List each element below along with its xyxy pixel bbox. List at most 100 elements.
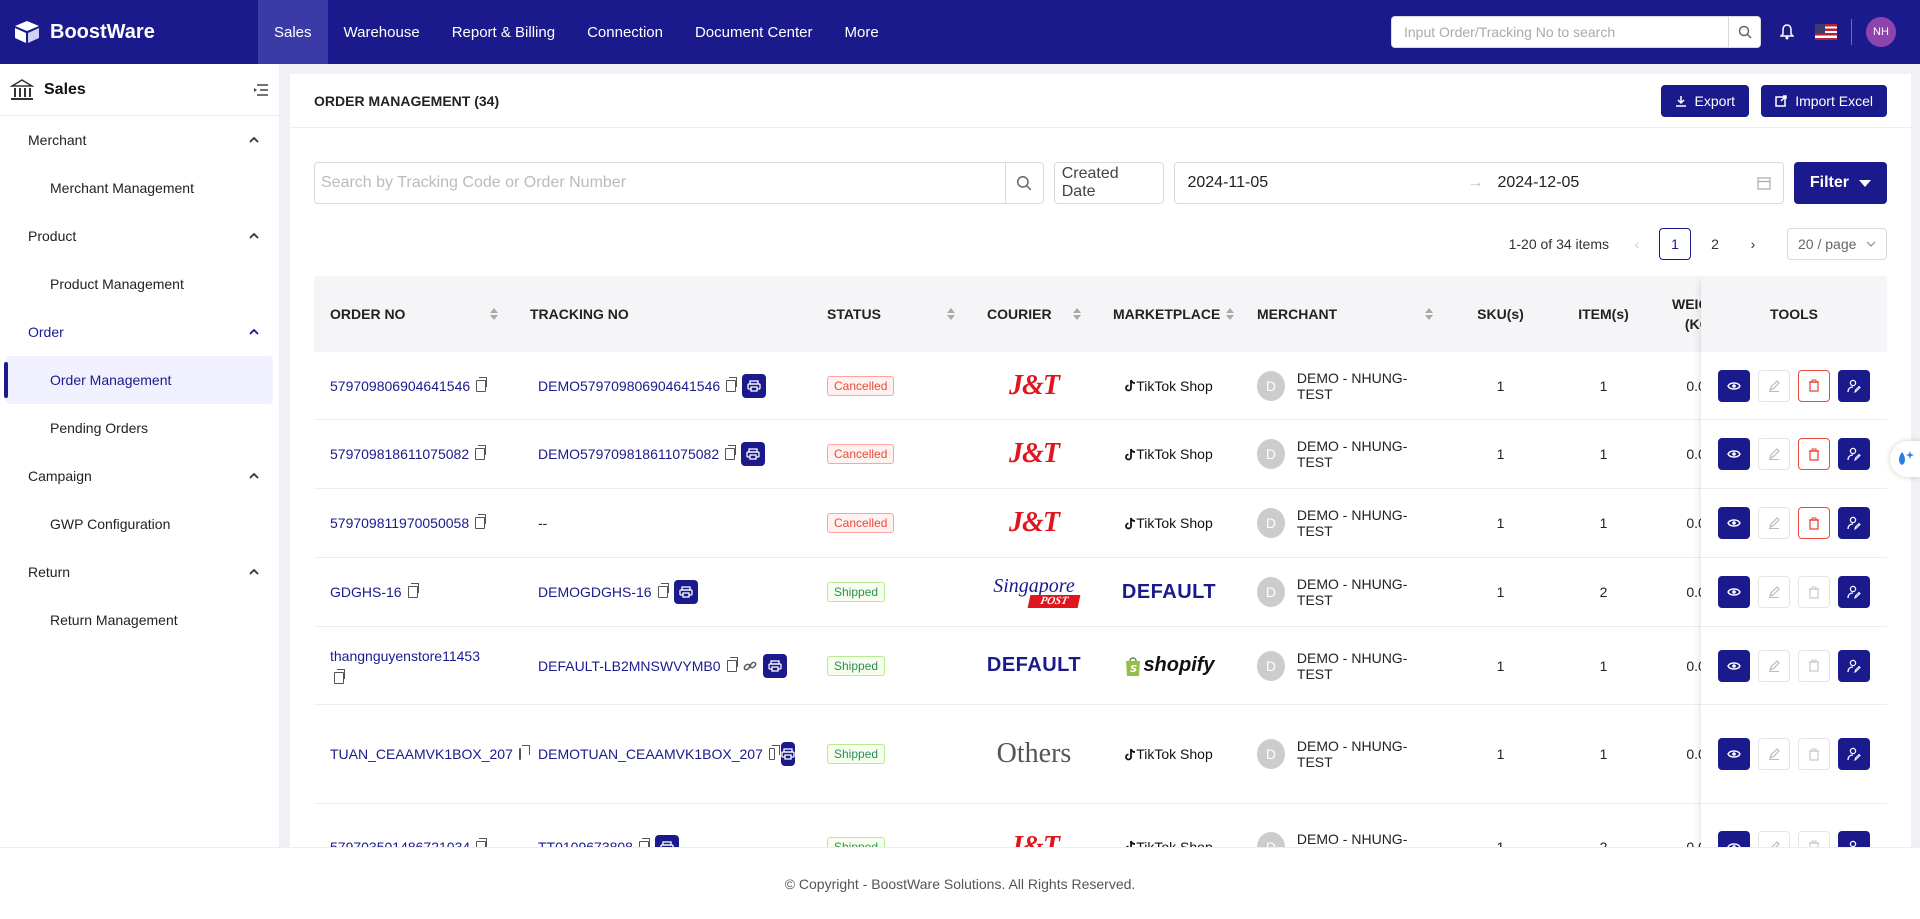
date-from[interactable]: 2024-11-05	[1187, 174, 1467, 192]
view-button[interactable]	[1718, 507, 1750, 539]
view-button[interactable]	[1718, 576, 1750, 608]
sidebar-group-product[interactable]: Product	[0, 212, 279, 260]
order-number-link[interactable]: thangnguyenstore11453	[330, 648, 480, 664]
sidebar-item-merchant-management[interactable]: Merchant Management	[0, 164, 279, 212]
tracking-number[interactable]: DEMOGDGHS-16	[538, 584, 652, 600]
date-field-select[interactable]: Created Date	[1053, 162, 1165, 204]
nav-document-center[interactable]: Document Center	[679, 0, 829, 64]
print-label-button[interactable]	[742, 373, 767, 398]
order-number-link[interactable]: GDGHS-16	[330, 584, 402, 600]
edit-button[interactable]	[1758, 438, 1790, 470]
print-label-button[interactable]	[673, 580, 698, 604]
date-range-picker[interactable]: 2024-11-05 → 2024-12-05	[1174, 162, 1784, 204]
sort-icon[interactable]	[1226, 308, 1235, 320]
col-status[interactable]: STATUS	[811, 276, 971, 352]
assign-user-button[interactable]	[1838, 830, 1870, 847]
sidebar-group-return[interactable]: Return	[0, 548, 279, 596]
edit-button[interactable]	[1758, 830, 1790, 847]
nav-report-billing[interactable]: Report & Billing	[436, 0, 571, 64]
copy-icon[interactable]	[726, 376, 738, 392]
tracking-number[interactable]: TT0109673808	[538, 839, 633, 848]
help-chat-icon[interactable]	[1890, 441, 1920, 477]
order-number-link[interactable]: 579709806904641546	[330, 378, 470, 394]
sidebar-group-order[interactable]: Order	[0, 308, 279, 356]
delete-button[interactable]	[1798, 830, 1830, 847]
assign-user-button[interactable]	[1838, 576, 1870, 608]
assign-user-button[interactable]	[1838, 438, 1870, 470]
date-to[interactable]: 2024-12-05	[1497, 174, 1756, 192]
sidebar-item-return-management[interactable]: Return Management	[0, 596, 279, 644]
user-avatar[interactable]: NH	[1866, 17, 1896, 47]
sort-icon[interactable]	[947, 308, 955, 320]
order-search-button[interactable]	[1004, 163, 1043, 203]
import-excel-button[interactable]: Import Excel	[1761, 84, 1887, 117]
nav-more[interactable]: More	[829, 0, 895, 64]
collapse-menu-icon[interactable]	[253, 83, 269, 97]
sort-icon[interactable]	[1073, 308, 1081, 320]
tracking-number[interactable]: DEMOTUAN_CEAAMVK1BOX_207	[538, 746, 763, 762]
delete-button[interactable]	[1798, 438, 1830, 470]
col-courier[interactable]: COURIER	[971, 276, 1097, 352]
view-button[interactable]	[1718, 369, 1750, 402]
copy-icon[interactable]	[768, 745, 781, 760]
us-flag-icon[interactable]	[1815, 24, 1837, 40]
page-size-select[interactable]: 20 / page	[1787, 228, 1887, 260]
sidebar-item-order-management[interactable]: Order Management	[4, 356, 273, 404]
tracking-number[interactable]: DEFAULT-LB2MNSWVYMB0	[538, 658, 721, 674]
copy-icon[interactable]	[657, 583, 669, 598]
assign-user-button[interactable]	[1838, 738, 1870, 770]
order-number-link[interactable]: 579709811970050058	[330, 515, 469, 531]
delete-button[interactable]	[1798, 649, 1830, 682]
assign-user-button[interactable]	[1838, 649, 1870, 682]
view-button[interactable]	[1718, 438, 1750, 470]
print-label-button[interactable]	[654, 834, 679, 847]
copy-icon[interactable]	[407, 583, 419, 598]
tracking-number[interactable]: DEMO579709818611075082	[538, 446, 719, 462]
edit-button[interactable]	[1758, 369, 1790, 402]
order-number-link[interactable]: 579703501486721034	[330, 839, 470, 848]
col-marketplace[interactable]: MARKETPLACE	[1097, 276, 1241, 352]
sidebar-group-campaign[interactable]: Campaign	[0, 452, 279, 500]
next-page-icon[interactable]: ›	[1739, 236, 1767, 252]
col-order-no[interactable]: ORDER NO	[314, 276, 514, 352]
print-label-button[interactable]	[762, 653, 787, 678]
delete-button[interactable]	[1798, 507, 1830, 539]
link-icon[interactable]	[743, 660, 757, 672]
sort-icon[interactable]	[490, 308, 498, 320]
sort-icon[interactable]	[1425, 308, 1433, 320]
copy-icon[interactable]	[475, 445, 487, 460]
export-button[interactable]: Export	[1660, 84, 1750, 117]
sidebar-item-product-management[interactable]: Product Management	[0, 260, 279, 308]
delete-button[interactable]	[1798, 576, 1830, 608]
filter-button[interactable]: Filter	[1793, 162, 1887, 204]
col-merchant[interactable]: MERCHANT	[1241, 276, 1449, 352]
view-button[interactable]	[1718, 649, 1750, 682]
delete-button[interactable]	[1798, 738, 1830, 770]
edit-button[interactable]	[1758, 576, 1790, 608]
tracking-number[interactable]: DEMO579709806904641546	[538, 378, 720, 394]
page-2[interactable]: 2	[1699, 228, 1731, 260]
copy-icon[interactable]	[334, 668, 345, 684]
copy-icon[interactable]	[725, 445, 737, 460]
brand-logo[interactable]: BoostWare	[0, 19, 258, 45]
copy-icon[interactable]	[726, 656, 738, 672]
copy-icon[interactable]	[518, 745, 530, 760]
order-search-input[interactable]	[315, 163, 1005, 203]
nav-connection[interactable]: Connection	[571, 0, 679, 64]
nav-warehouse[interactable]: Warehouse	[328, 0, 436, 64]
sidebar-item-gwp-configuration[interactable]: GWP Configuration	[0, 500, 279, 548]
global-search-button[interactable]	[1728, 17, 1760, 47]
view-button[interactable]	[1718, 830, 1750, 847]
assign-user-button[interactable]	[1838, 369, 1870, 402]
copy-icon[interactable]	[476, 376, 488, 392]
page-1[interactable]: 1	[1659, 228, 1691, 260]
sidebar-item-pending-orders[interactable]: Pending Orders	[0, 404, 279, 452]
print-label-button[interactable]	[781, 742, 795, 766]
edit-button[interactable]	[1758, 507, 1790, 539]
order-number-link[interactable]: TUAN_CEAAMVK1BOX_207	[330, 746, 513, 762]
prev-page-icon[interactable]: ‹	[1623, 236, 1651, 252]
nav-sales[interactable]: Sales	[258, 0, 328, 64]
copy-icon[interactable]	[475, 514, 487, 529]
sidebar-group-merchant[interactable]: Merchant	[0, 116, 279, 164]
view-button[interactable]	[1718, 738, 1750, 770]
